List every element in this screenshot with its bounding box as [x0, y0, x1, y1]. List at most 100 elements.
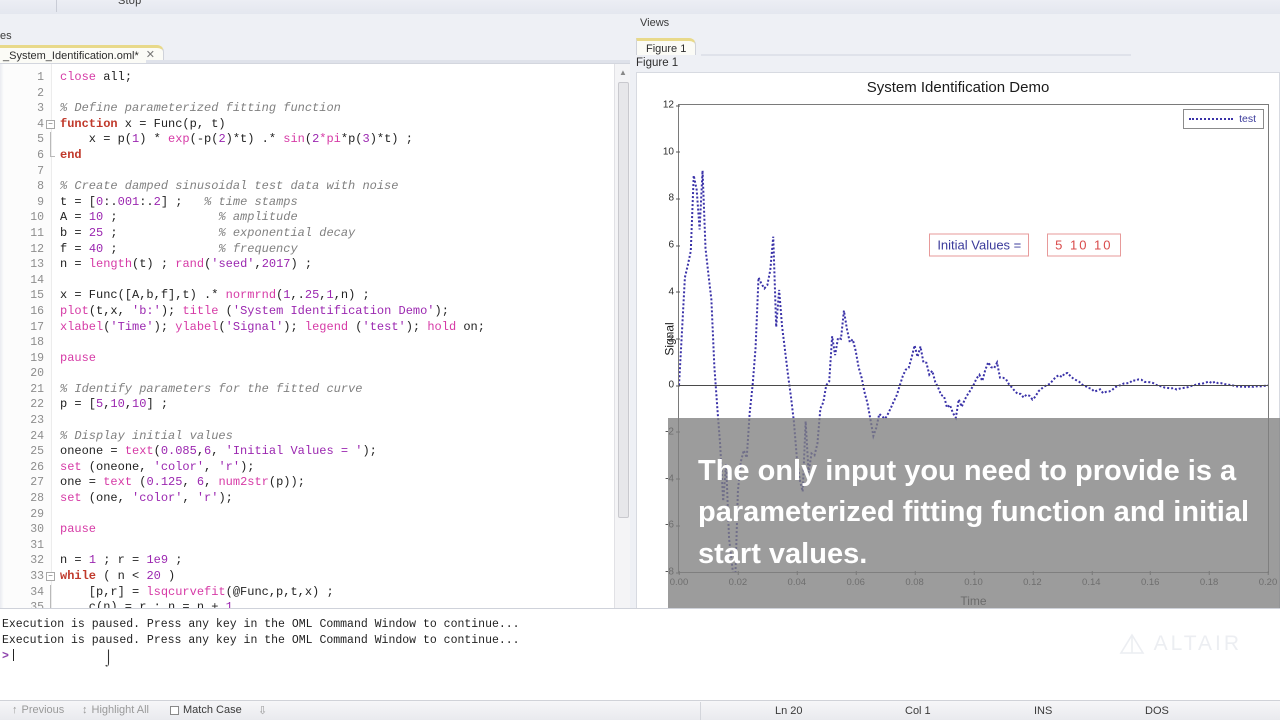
- code-line: 26set (oneone, 'color', 'r');: [0, 460, 630, 476]
- scrollbar-thumb[interactable]: [618, 82, 629, 518]
- checkbox-icon[interactable]: [170, 706, 179, 715]
- annotation-initial-values-numbers: 5 10 10: [1047, 234, 1120, 257]
- line-number: 21: [0, 382, 44, 398]
- code-line: 10A = 10 ; % amplitude: [0, 210, 630, 226]
- mouse-ibeam-cursor: ⌡: [104, 650, 113, 667]
- fold-guide: [50, 585, 51, 601]
- code-line: 6end: [0, 148, 630, 164]
- command-window[interactable]: Execution is paused. Press any key in th…: [0, 608, 1280, 700]
- y-axis-tick: 10: [663, 146, 674, 157]
- line-number: 23: [0, 413, 44, 429]
- code-text: % Create damped sinusoidal test data wit…: [60, 179, 398, 195]
- zero-axis-line: [679, 385, 1268, 386]
- highlight-icon: ↕: [82, 704, 88, 716]
- line-number: 14: [0, 273, 44, 289]
- prompt-symbol: >: [2, 650, 9, 663]
- editor-scrollbar[interactable]: ▲ ▼: [614, 64, 630, 622]
- line-number: 20: [0, 366, 44, 382]
- figure-tab-1[interactable]: Figure 1: [636, 38, 696, 55]
- editor-tab-system-identification[interactable]: _System_Identification.oml* ✕: [0, 45, 164, 63]
- line-number: 15: [0, 288, 44, 304]
- line-number: 33: [0, 569, 44, 585]
- code-line: 33−while ( n < 20 ): [0, 569, 630, 585]
- text-caret: [13, 649, 14, 661]
- code-text: % Define parameterized fitting function: [60, 101, 341, 117]
- annotation-initial-values-label: Initial Values =: [929, 234, 1029, 257]
- code-text: p = [5,10,10] ;: [60, 397, 168, 413]
- chart-legend[interactable]: test: [1183, 109, 1264, 129]
- legend-line-swatch: [1189, 118, 1233, 120]
- code-text: pause: [60, 351, 96, 367]
- code-text: oneone = text(0.085,6, 'Initial Values =…: [60, 444, 377, 460]
- chevron-double-down-icon: ⇩: [258, 704, 267, 717]
- code-line: 23: [0, 413, 630, 429]
- code-editor[interactable]: 1close all;23% Define parameterized fitt…: [0, 63, 630, 622]
- code-line: 5 x = p(1) * exp(-p(2)*t) .* sin(2*pi*p(…: [0, 132, 630, 148]
- fold-toggle-icon[interactable]: −: [46, 572, 55, 581]
- code-line: 30pause: [0, 522, 630, 538]
- fold-guide: [50, 148, 51, 156]
- code-line: 24% Display initial values: [0, 429, 630, 445]
- find-previous-button[interactable]: ↑ Previous: [12, 704, 64, 716]
- command-prompt-line[interactable]: >: [2, 649, 1280, 665]
- highlight-all-button[interactable]: ↕ Highlight All: [82, 704, 149, 716]
- scroll-up-icon[interactable]: ▲: [615, 64, 630, 80]
- line-number: 31: [0, 538, 44, 554]
- status-divider: [700, 702, 701, 720]
- line-number: 34: [0, 585, 44, 601]
- code-text: x = Func([A,b,f],t) .* normrnd(1,.25,1,n…: [60, 288, 370, 304]
- legend-label-test: test: [1239, 113, 1256, 125]
- y-axis-tick: 4: [668, 286, 674, 297]
- code-line: 9t = [0:.001:.2] ; % time stamps: [0, 195, 630, 211]
- code-line: 34 [p,r] = lsqcurvefit(@Func,p,t,x) ;: [0, 585, 630, 601]
- line-number: 6: [0, 148, 44, 164]
- code-text: set (one, 'color', 'r');: [60, 491, 233, 507]
- code-lines: 1close all;23% Define parameterized fitt…: [0, 70, 630, 616]
- line-number: 13: [0, 257, 44, 273]
- altair-branding: ALTAIR: [1119, 632, 1242, 656]
- code-line: 8% Create damped sinusoidal test data wi…: [0, 179, 630, 195]
- editor-pane: es _System_Identification.oml* ✕ 1close …: [0, 14, 630, 608]
- line-number: 18: [0, 335, 44, 351]
- match-case-label: Match Case: [183, 704, 242, 716]
- fold-toggle-icon[interactable]: −: [46, 120, 55, 129]
- line-number: 29: [0, 507, 44, 523]
- subtitle-text: The only input you need to provide is a …: [698, 451, 1250, 575]
- code-text: A = 10 ; % amplitude: [60, 210, 298, 226]
- find-previous-label: Previous: [22, 704, 65, 716]
- line-number: 11: [0, 226, 44, 242]
- line-number: 3: [0, 101, 44, 117]
- chart-title: System Identification Demo: [637, 79, 1279, 96]
- highlight-all-label: Highlight All: [92, 704, 149, 716]
- code-line: 1close all;: [0, 70, 630, 86]
- code-line: 29: [0, 507, 630, 523]
- code-text: plot(t,x, 'b:'); title ('System Identifi…: [60, 304, 449, 320]
- editor-tab-label: _System_Identification.oml*: [3, 50, 139, 62]
- code-line: 12f = 40 ; % frequency: [0, 242, 630, 258]
- application-window: Stop es _System_Identification.oml* ✕ 1c…: [0, 0, 1280, 720]
- stop-button-label[interactable]: Stop: [118, 0, 141, 7]
- y-axis-tick: 0: [668, 380, 674, 391]
- line-number: 30: [0, 522, 44, 538]
- fold-guide-end: [50, 156, 55, 157]
- code-text: n = length(t) ; rand('seed',2017) ;: [60, 257, 312, 273]
- arrow-up-icon: ↑: [12, 704, 18, 716]
- line-number: 2: [0, 86, 44, 102]
- views-panel-label: Views: [640, 17, 669, 29]
- line-number: 19: [0, 351, 44, 367]
- code-line: 13 n = length(t) ; rand('seed',2017) ;: [0, 257, 630, 273]
- line-number: 5: [0, 132, 44, 148]
- code-line: 27one = text (0.125, 6, num2str(p));: [0, 475, 630, 491]
- match-case-checkbox[interactable]: Match Case: [170, 704, 242, 716]
- line-number: 32: [0, 553, 44, 569]
- code-line: 19 pause: [0, 351, 630, 367]
- code-text: n = 1 ; r = 1e9 ;: [60, 553, 182, 569]
- line-number: 22: [0, 397, 44, 413]
- altair-triangle-icon: [1119, 633, 1145, 655]
- more-options-button[interactable]: ⇩: [258, 704, 267, 717]
- code-line: 7: [0, 164, 630, 180]
- command-output-line: Execution is paused. Press any key in th…: [2, 633, 1280, 649]
- code-line: 21% Identify parameters for the fitted c…: [0, 382, 630, 398]
- code-text: close all;: [60, 70, 132, 86]
- y-axis-tick: 12: [663, 100, 674, 111]
